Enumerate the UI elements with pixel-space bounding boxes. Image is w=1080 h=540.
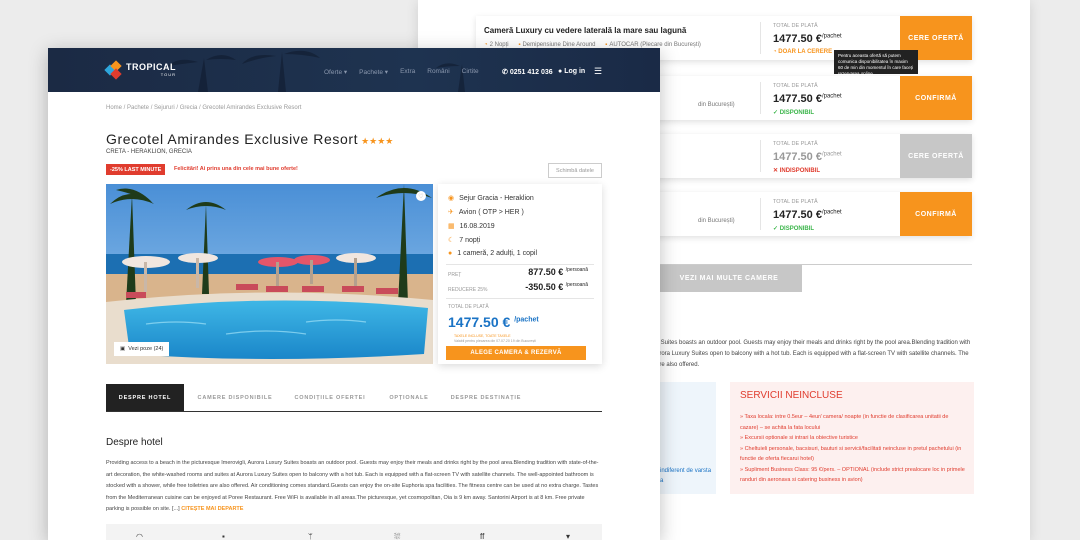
total-label: TOTAL DE PLATĂ	[448, 304, 489, 310]
login-link[interactable]: ● Log in	[558, 68, 585, 75]
menu-item-oferte[interactable]: Oferte ▾	[324, 68, 347, 76]
included-text: indiferent de varsta a	[660, 468, 712, 484]
logo[interactable]: TROPICAL TOUR	[104, 60, 176, 80]
menu-item-extra[interactable]: Extra	[400, 68, 415, 76]
choose-room-book-button[interactable]: ALEGE CAMERA & REZERVĂ	[446, 346, 586, 360]
confirm-button[interactable]: CONFIRMĂ	[900, 192, 972, 236]
availability-tooltip: Pentru aceasta ofertă să putem comunica …	[834, 50, 918, 76]
wifi-icon: ◠	[136, 532, 143, 540]
room-transport: din București)	[698, 102, 735, 108]
price-value: 877.50 € /persoană	[528, 267, 588, 277]
price-label: PREȚ	[448, 272, 462, 278]
main-menu: Oferte ▾ Pachete ▾ Extra Români Cirtite	[324, 68, 479, 76]
view-photos-button[interactable]: ▣ Vezi poze (24)	[114, 342, 170, 356]
hotel-tabs: DESPRE HOTEL CAMERE DISPONIBILE CONDIȚII…	[106, 384, 602, 412]
hotel-description-fragment: y Suites boasts an outdoor pool. Guests …	[656, 340, 971, 368]
menu-item-romani[interactable]: Români	[427, 68, 449, 76]
fitness-icon: ff	[480, 532, 485, 540]
room-price: 1477.50 €/pachet	[773, 209, 842, 221]
list-item: » Taxa locala: intre 0.5eur – 4eur/ came…	[740, 414, 949, 431]
total-label: TOTAL DE PLATĂ	[773, 23, 818, 29]
favorite-heart-icon[interactable]: ♡	[416, 191, 426, 201]
divider	[446, 264, 594, 265]
more-rooms-button[interactable]: VEZI MAI MULTE CAMERE	[656, 265, 802, 292]
phone-link[interactable]: ✆ 0251 412 036	[502, 68, 553, 76]
pool-icon: ⛆	[394, 532, 401, 540]
room-price: 1477.50 €/pachet	[773, 93, 842, 105]
date-line: ▦ 16.08.2019	[448, 223, 495, 230]
total-label: TOTAL DE PLATĂ	[773, 83, 818, 89]
change-dates-button[interactable]: Schimbă datele	[548, 163, 602, 178]
parking-icon: ▪	[222, 532, 225, 540]
plane-icon: ✈	[448, 209, 454, 216]
excluded-title: SERVICII NEINCLUSE	[740, 390, 843, 401]
moon-icon: ☾	[448, 237, 455, 244]
room-price: 1477.50 €/pachet	[773, 151, 842, 163]
room-status: ◔ DOAR LA CERERE	[773, 49, 833, 55]
list-item: » Cheltuieli personale, bacsisuri, bautu…	[740, 445, 962, 463]
confirm-button[interactable]: CONFIRMĂ	[900, 76, 972, 120]
tab-despre-hotel[interactable]: DESPRE HOTEL	[106, 384, 184, 411]
room-price: 1477.50 €/pachet	[773, 33, 842, 45]
logo-icon	[104, 60, 122, 80]
tab-despre-destinatie[interactable]: DESPRE DESTINAȚIE	[446, 384, 526, 411]
flight-line: ✈ Avion ( OTP > HER )	[448, 209, 524, 216]
divider	[446, 298, 594, 299]
hotel-description: Providing access to a beach in the pictu…	[106, 460, 599, 512]
total-price: 1477.50 € /pachet	[448, 314, 539, 330]
front-window-hotel-page: TROPICAL TOUR Oferte ▾ Pachete ▾ Extra R…	[48, 48, 660, 540]
list-item: » Excursii optionale si intrari la obiec…	[740, 435, 858, 441]
hamburger-menu-icon[interactable]: ☰	[594, 67, 602, 76]
offer-summary-panel: ◉ Sejur Gracia - Heraklion ✈ Avion ( OTP >…	[438, 184, 602, 364]
trip-line: ◉ Sejur Gracia - Heraklion	[448, 195, 534, 202]
tab-optionale[interactable]: OPȚIONALE	[378, 384, 440, 411]
star-rating: ★★★★	[361, 136, 394, 146]
discount-label: REDUCERE 25%	[448, 287, 488, 293]
camera-icon: ▣	[120, 346, 126, 352]
page-title: Grecotel Amirandes Exclusive Resort ★★★★	[106, 131, 394, 147]
room-status: ✕ INDISPONIBIL	[773, 168, 821, 174]
total-label: TOTAL DE PLATĂ	[773, 199, 818, 205]
breadcrumb[interactable]: Home / Pachete / Sejururi / Grecia / Gre…	[106, 105, 301, 111]
facilities-bar: ◠ ▪ ᛘ ⛆ ff ▾	[106, 524, 602, 540]
room-transport: din București)	[698, 218, 735, 224]
room-name: Cameră Luxury cu vedere laterală la mare…	[484, 26, 687, 35]
person-icon: ●	[448, 250, 453, 257]
logo-subtext: TOUR	[160, 72, 176, 77]
section-title: Despre hotel	[106, 437, 163, 448]
top-navbar: TROPICAL TOUR Oferte ▾ Pachete ▾ Extra R…	[48, 48, 660, 92]
menu-item-pachete[interactable]: Pachete ▾	[359, 68, 388, 76]
divider	[760, 140, 761, 172]
congrats-text: Felicitări! Ai prins una din cele mai bu…	[174, 166, 298, 172]
menu-item-cirtite[interactable]: Cirtite	[462, 68, 479, 76]
room-status: ✓ DISPONIBIL	[773, 110, 815, 116]
list-item: » Supliment Business Class: 95 €/pers. –…	[740, 466, 965, 484]
pin-icon: ◉	[448, 195, 455, 202]
phone-icon: ✆	[502, 69, 508, 76]
tax-note: TAXELE INCLUSE, TOATE TAXELE Valabil pent…	[454, 334, 536, 343]
discount-value: -350.50 € /persoană	[525, 282, 588, 292]
nights-line: ☾ 7 nopți	[448, 237, 481, 244]
total-label: TOTAL DE PLATĂ	[773, 141, 818, 147]
divider	[760, 82, 761, 114]
hotel-photo[interactable]	[106, 184, 433, 364]
request-offer-button-disabled: CERE OFERTĂ	[900, 134, 972, 178]
room-status: ✓ DISPONIBIL	[773, 226, 815, 232]
restaurant-icon: ᛘ	[308, 532, 313, 540]
excluded-services-box: SERVICII NEINCLUSE » Taxa locala: intre …	[730, 382, 974, 494]
divider	[760, 198, 761, 230]
bar-icon: ▾	[566, 532, 571, 540]
tab-camere-disponibile[interactable]: CAMERE DISPONIBILE	[190, 384, 280, 411]
divider	[760, 22, 761, 54]
hotel-location: CRETA - HERAKLION, GRECIA	[106, 149, 192, 155]
calendar-icon: ▦	[448, 223, 455, 230]
user-icon: ●	[558, 68, 563, 75]
logo-text: TROPICAL	[126, 62, 176, 72]
guests-line: ● 1 cameră, 2 adulți, 1 copil	[448, 250, 537, 257]
read-more-link[interactable]: CITEȘTE MAI DEPARTE	[181, 506, 243, 512]
last-minute-badge: -25% LAST MINUTE	[106, 164, 166, 175]
tab-conditiile-ofertei[interactable]: CONDIȚIILE OFERTEI	[288, 384, 372, 411]
excluded-list: » Taxa locala: intre 0.5eur – 4eur/ came…	[740, 412, 968, 486]
included-services-box: indiferent de varsta a	[656, 382, 716, 494]
